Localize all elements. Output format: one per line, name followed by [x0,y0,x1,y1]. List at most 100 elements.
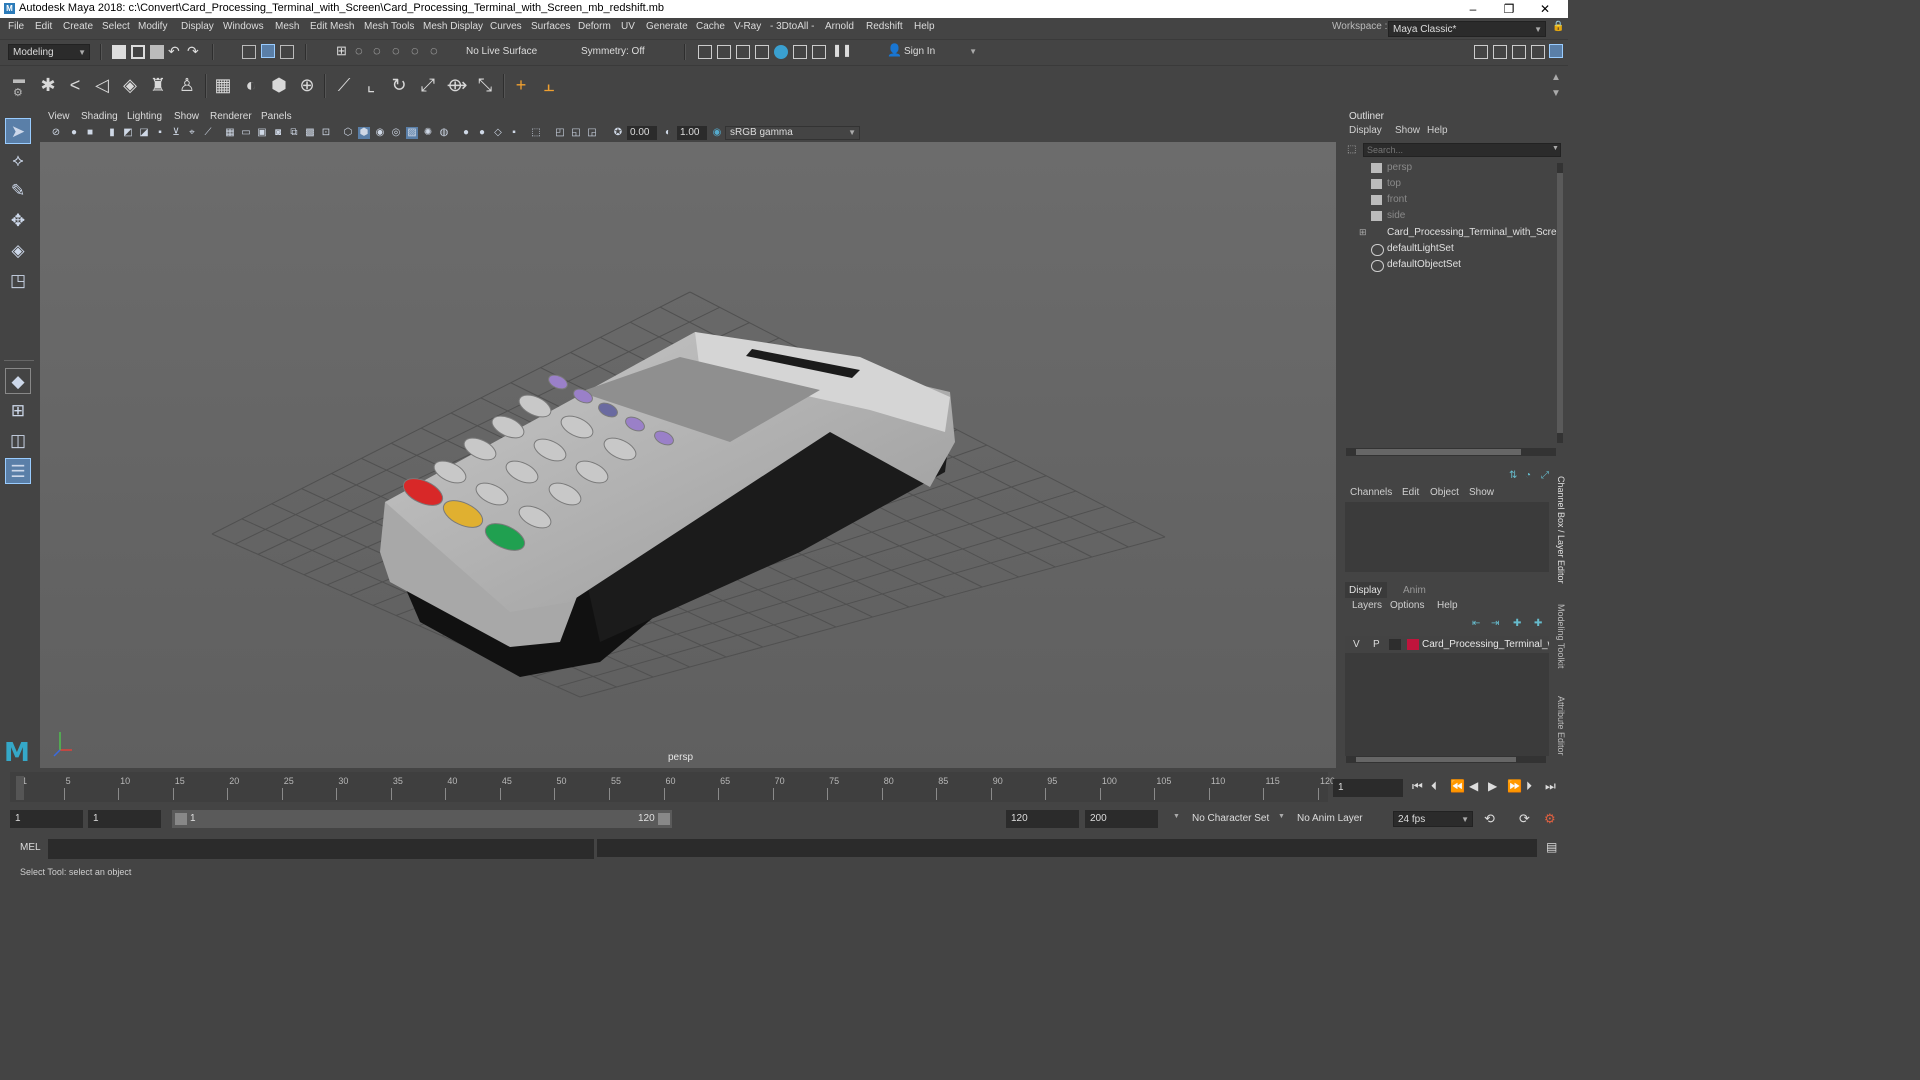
menu-edit[interactable]: Edit [35,21,52,32]
step-back-frame-icon[interactable]: ⏪ [1450,779,1465,793]
snap-vertex-icon[interactable]: ◌ [430,43,438,58]
mel-input[interactable] [48,839,594,859]
step-back-key-icon[interactable]: ⏴ [1431,779,1437,794]
shaded-mode-icon[interactable]: ⬢ [358,127,370,139]
time-slider-track[interactable]: 1 5 10 15 20 25 30 35 40 45 50 55 60 65 70 75 80 85 90 95 10… [10,772,1335,802]
bookmark-icon[interactable]: ■ [84,127,96,139]
channel-box-area[interactable] [1345,502,1549,572]
humanik-icon[interactable]: ♙ [176,74,198,96]
channel-sync-icon[interactable]: ⇅ [1509,470,1517,481]
range-end-handle[interactable] [658,813,670,825]
menu-uv[interactable]: UV [621,21,635,32]
rotate-tool-icon[interactable]: ◈ [5,238,31,264]
channel-menu-object[interactable]: Object [1430,487,1459,498]
undo-icon[interactable]: ↶ [168,43,180,60]
minimize-button[interactable]: – [1458,1,1488,17]
isolate-icon[interactable]: ⊡ [320,127,332,139]
modeling-toolkit-icon[interactable] [1474,45,1488,59]
paint-select-icon[interactable]: ✎ [5,178,31,204]
color-management-icon[interactable]: ◉ [711,127,723,139]
menu-create[interactable]: Create [63,21,93,32]
field-chart-icon[interactable]: ▭ [240,127,252,139]
snap-grid-icon[interactable]: ⊞ [336,43,347,59]
live-surface-field[interactable]: No Live Surface [462,44,542,60]
outliner-item-side[interactable]: side [1371,209,1405,223]
channel-menu-edit[interactable]: Edit [1402,487,1419,498]
menu-display[interactable]: Display [181,21,214,32]
multisample-icon[interactable]: ● [476,127,488,139]
layer-row[interactable]: V P Card_Processing_Terminal_with [1345,636,1549,653]
resolution-gate-icon[interactable]: ⌖ [186,127,198,139]
workspace-dropdown[interactable]: Maya Classic* ▼ [1388,21,1546,37]
exposure-icon[interactable]: ✪ [612,127,624,139]
safe-title-icon[interactable]: ◙ [272,127,284,139]
go-to-end-icon[interactable]: ⏭ [1545,779,1556,794]
depth-of-field-icon[interactable]: ◇ [492,127,504,139]
isolate-select-icon[interactable]: ⬚ [530,127,542,139]
shelf-settings-icon[interactable]: ⚙ [13,86,23,99]
constraint-scale-icon[interactable]: ⤢ [417,74,439,96]
outliner-item-front[interactable]: front [1371,193,1407,207]
image-plane-icon[interactable]: ▮ [106,127,118,139]
smooth-shade-icon[interactable]: ▩ [304,127,316,139]
anim-layer-dropdown[interactable]: No Anim Layer [1297,813,1363,824]
grid-icon[interactable]: ▦ [224,127,236,139]
playback-end-field[interactable]: 120 [1006,810,1079,828]
menu-3dtoall[interactable]: - 3DtoAll - [770,21,814,32]
outliner-h-scrollbar[interactable] [1346,448,1556,456]
bind-skin-icon[interactable]: ◈ [119,74,141,96]
select-tool-icon[interactable]: ➤ [5,118,31,144]
snap-curve-icon[interactable]: ◌ [355,43,363,58]
layer-h-scrollbar[interactable] [1346,756,1546,763]
range-slider[interactable]: 1 120 [172,810,672,828]
outliner-menu-show[interactable]: Show [1395,125,1420,136]
ik-handle-icon[interactable]: < [64,74,86,96]
ik-spline-icon[interactable]: ◁ [91,74,113,96]
menu-surfaces[interactable]: Surfaces [531,21,570,32]
menu-help[interactable]: Help [914,21,935,32]
shelf-menu-icon[interactable]: ▬ [13,72,25,86]
layer-tab-display[interactable]: Display [1345,582,1387,598]
layer-name[interactable]: Card_Processing_Terminal_with [1422,639,1549,650]
menu-select[interactable]: Select [102,21,130,32]
lasso-tool-icon[interactable]: ⟡ [5,148,31,174]
side-tab-attribute-editor[interactable]: Attribute Editor [1554,696,1566,756]
four-view-layout-icon[interactable]: ⊞ [5,398,31,424]
exposure-field[interactable]: 0.00 [627,126,657,140]
layer-menu-options[interactable]: Options [1390,600,1424,611]
wire-deformer-icon[interactable]: ⬢ [268,74,290,96]
outliner-menu-display[interactable]: Display [1349,125,1382,136]
symmetry-dropdown[interactable]: Symmetry: Off [577,44,657,60]
chevron-down-icon[interactable]: ▼ [1173,813,1180,820]
render-region-icon[interactable] [793,45,807,59]
render-settings-icon[interactable] [736,45,750,59]
layer-display-type[interactable] [1389,639,1401,650]
step-forward-key-icon[interactable]: ⏵ [1526,779,1532,794]
shadows-icon[interactable]: ✺ [422,127,434,139]
snap-view-icon[interactable]: ◌ [392,43,400,58]
viewport-panel[interactable]: View Shading Lighting Show Renderer Pane… [40,110,1336,768]
gamma-field[interactable]: 1.00 [677,126,707,140]
new-empty-layer-icon[interactable]: ✚ [1513,618,1521,629]
shelf-scroll-up-icon[interactable]: ▲ [1551,72,1561,83]
parent-icon[interactable]: ⫠ [538,74,560,96]
single-perspective-layout-icon[interactable]: ◆ [5,368,31,394]
channel-box-toggle-icon[interactable] [1549,44,1563,58]
attribute-editor-icon[interactable] [1512,45,1526,59]
shelf-scroll-down-icon[interactable]: ▼ [1551,88,1561,99]
quick-rig-icon[interactable]: ♜ [147,74,169,96]
safe-action-icon[interactable]: ▣ [256,127,268,139]
menu-windows[interactable]: Windows [223,21,264,32]
grease-pencil-icon[interactable]: ◪ [138,127,150,139]
outliner-item-terminal-group[interactable]: ✱Card_Processing_Terminal_with_Screen_ [1387,226,1557,240]
vp-menu-renderer[interactable]: Renderer [210,111,252,122]
outliner-layout-icon[interactable]: ☰ [5,458,31,484]
menu-generate[interactable]: Generate [646,21,688,32]
open-scene-icon[interactable] [131,45,145,59]
constraint-aim-icon[interactable]: ⟴ [446,74,468,96]
render-view-icon[interactable] [774,45,788,59]
new-scene-icon[interactable] [112,45,126,59]
menu-cache[interactable]: Cache [696,21,725,32]
joint-tool-icon[interactable]: ✱ [37,74,59,96]
menu-arnold[interactable]: Arnold [825,21,854,32]
